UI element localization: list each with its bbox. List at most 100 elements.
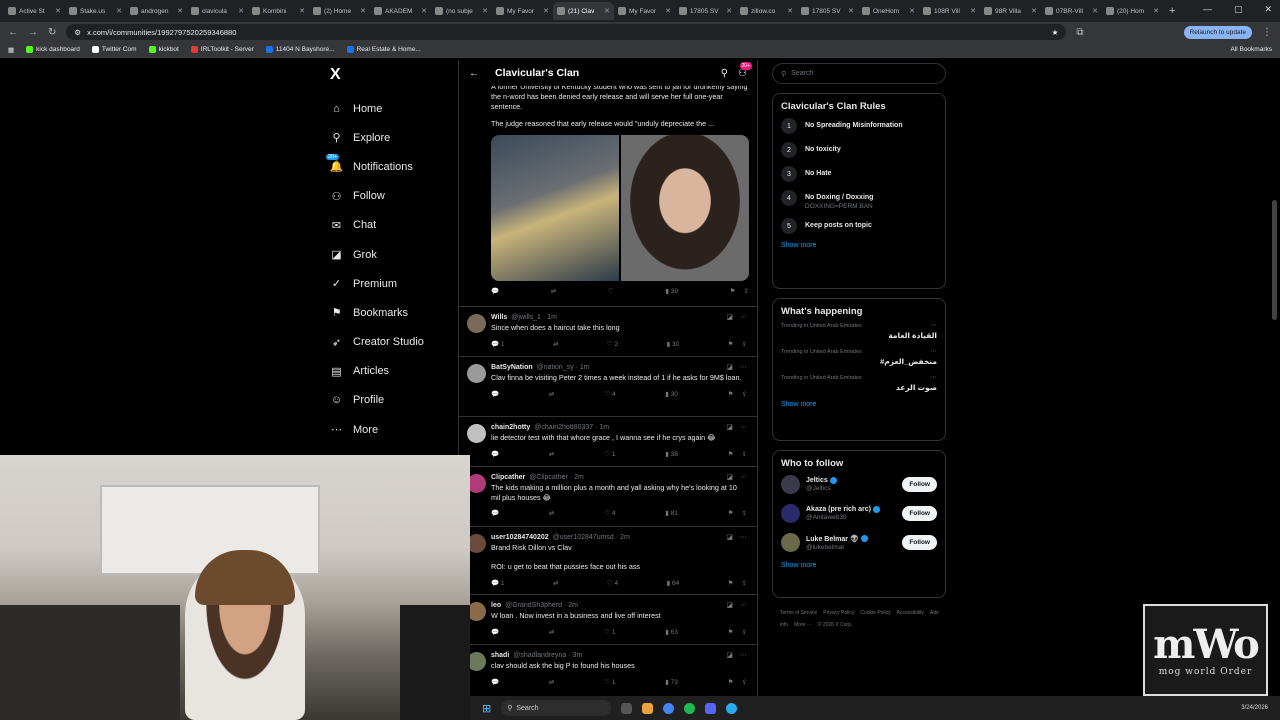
menu-icon[interactable]: ⋮	[1262, 27, 1272, 38]
repost-icon[interactable]: ⇄	[549, 390, 554, 398]
browser-tab[interactable]: My Favor ✕	[492, 2, 553, 20]
maximize-icon[interactable]: ▢	[1234, 4, 1243, 15]
like-icon[interactable]: ♡ 1	[604, 450, 615, 458]
rules-show-more-link[interactable]: Show more	[781, 242, 937, 249]
suggested-account[interactable]: Jeltics @Jeltics Follow	[781, 475, 937, 494]
tab-close-icon[interactable]: ✕	[1031, 7, 1037, 15]
nav-item-more[interactable]: ⋯ More	[330, 415, 460, 444]
share-icon[interactable]: ⇪	[744, 287, 749, 295]
browser-tab[interactable]: (no subje ✕	[431, 2, 492, 20]
grok-icon[interactable]: ◪	[726, 313, 733, 321]
tab-close-icon[interactable]: ✕	[238, 7, 244, 15]
tab-close-icon[interactable]: ✕	[726, 7, 732, 15]
footer-link[interactable]: Accessibility	[897, 610, 924, 616]
reply-post[interactable]: chain2hotty @chain2hott80337 · 1m ◪ ⋯ lie de…	[459, 416, 757, 461]
tab-close-icon[interactable]: ✕	[1092, 7, 1098, 15]
browser-tab[interactable]: 98R Villa ✕	[980, 2, 1041, 20]
post-image-arrest[interactable]	[491, 135, 619, 281]
back-arrow-icon[interactable]: ←	[469, 68, 479, 79]
tab-close-icon[interactable]: ✕	[360, 7, 366, 15]
rule-item[interactable]: 3 No Hate	[781, 166, 937, 182]
browser-tab[interactable]: (20) Hom ✕	[1102, 2, 1163, 20]
share-icon[interactable]: ⇪	[742, 340, 747, 348]
share-icon[interactable]: ⇪	[742, 450, 747, 458]
like-icon[interactable]: ♡	[608, 287, 614, 295]
bookmark-item[interactable]: 11404 N Bayshore...	[265, 46, 335, 53]
footer-link[interactable]: Terms of Service	[780, 610, 817, 616]
account-name[interactable]: Jeltics	[806, 477, 837, 484]
footer-link[interactable]: Privacy Policy	[823, 610, 854, 616]
reply-post[interactable]: shadi @shadlandreyna · 3m ◪ ⋯ clav should as…	[459, 644, 757, 689]
repost-icon[interactable]: ⇄	[549, 509, 554, 517]
nav-item-home[interactable]: ⌂ Home	[330, 94, 460, 123]
reply-icon[interactable]: 💬	[491, 390, 499, 398]
share-icon[interactable]: ⇪	[742, 678, 747, 686]
like-icon[interactable]: ♡ 4	[607, 579, 618, 587]
minimize-icon[interactable]: —	[1203, 4, 1212, 15]
grok-icon[interactable]: ◪	[726, 601, 733, 609]
rule-item[interactable]: 4 No Doxing / Doxxing DOXXING=PERM BAN	[781, 190, 937, 210]
avatar[interactable]	[467, 314, 486, 333]
like-icon[interactable]: ♡ 4	[604, 390, 615, 398]
back-arrow-icon[interactable]: ←	[8, 27, 18, 38]
tab-close-icon[interactable]: ✕	[421, 7, 427, 15]
like-icon[interactable]: ♡ 4	[604, 509, 615, 517]
reply-post[interactable]: Clipcather @Clipcather · 2m ◪ ⋯ The kids mak…	[459, 466, 757, 520]
footer-link[interactable]: © 2026 X Corp.	[818, 622, 853, 628]
like-icon[interactable]: ♡ 2	[607, 340, 618, 348]
views-icon[interactable]: ▮ 63	[665, 628, 678, 636]
repost-icon[interactable]: ⇄	[549, 678, 554, 686]
account-name[interactable]: Luke Belmar 👽	[806, 535, 868, 543]
repost-icon[interactable]: ⇄	[553, 579, 558, 587]
more-icon[interactable]: ⋯	[740, 651, 747, 659]
nav-item-creator-studio[interactable]: ➶ Creator Studio	[330, 328, 460, 357]
suggested-account[interactable]: Luke Belmar 👽 @lukebelmar Follow	[781, 533, 937, 552]
author-name[interactable]: user10284740202	[491, 534, 549, 541]
tab-close-icon[interactable]: ✕	[299, 7, 305, 15]
browser-tab[interactable]: 17805 SV ✕	[675, 2, 736, 20]
bookmark-icon[interactable]: ⚑	[730, 287, 736, 295]
like-icon[interactable]: ♡ 1	[604, 678, 615, 686]
browser-tab[interactable]: (21) Clav ✕	[553, 2, 614, 20]
reply-icon[interactable]: 💬	[491, 509, 499, 517]
browser-tab[interactable]: (2) Home ✕	[309, 2, 370, 20]
trend-item[interactable]: Trending in United Arab Emirates ⋯ القيادة…	[781, 322, 937, 340]
reply-post[interactable]: user10284740202 @user102847umsd · 2m ◪ ⋯ Bra…	[459, 526, 757, 590]
author-name[interactable]: Wills	[491, 314, 507, 321]
views-count[interactable]: ▮ 39	[665, 287, 678, 295]
reply-icon[interactable]: 💬 1	[491, 579, 505, 587]
tab-close-icon[interactable]: ✕	[543, 7, 549, 15]
more-icon[interactable]: ⋯	[930, 347, 937, 355]
nav-item-follow[interactable]: ⚇ Follow	[330, 182, 460, 211]
pinned-post[interactable]: A former University of Kentucky student …	[491, 82, 749, 298]
tab-close-icon[interactable]: ✕	[604, 7, 610, 15]
bookmark-icon[interactable]: ⚑	[728, 390, 734, 398]
browser-tab[interactable]: My Favor ✕	[614, 2, 675, 20]
more-icon[interactable]: ⋯	[740, 473, 747, 481]
follow-button[interactable]: Follow	[902, 535, 937, 550]
nav-item-explore[interactable]: ⚲ Explore	[330, 123, 460, 152]
nav-item-chat[interactable]: ✉ Chat	[330, 211, 460, 240]
reply-icon[interactable]: 💬	[491, 450, 499, 458]
bookmark-icon[interactable]: ⚑	[728, 628, 734, 636]
search-input[interactable]: ⚲ Search	[772, 63, 946, 84]
bookmark-item[interactable]: kick dashboard	[26, 46, 80, 53]
more-icon[interactable]: ⋯	[930, 373, 937, 381]
author-name[interactable]: BatSyNation	[491, 364, 533, 371]
bookmark-icon[interactable]: ⚑	[728, 450, 734, 458]
avatar[interactable]	[781, 504, 800, 523]
grok-icon[interactable]: ◪	[726, 651, 733, 659]
bookmark-icon[interactable]: ⚑	[728, 579, 734, 587]
tab-close-icon[interactable]: ✕	[177, 7, 183, 15]
views-icon[interactable]: ▮ 64	[667, 579, 680, 587]
tab-close-icon[interactable]: ✕	[55, 7, 61, 15]
star-icon[interactable]: ★	[1052, 28, 1059, 37]
suggested-account[interactable]: Akaza (pre rich arc) @Anitaweb30 Follow	[781, 504, 937, 523]
bookmark-item[interactable]: IRLToolkit - Server	[190, 46, 254, 53]
footer-link[interactable]: Cookie Policy	[860, 610, 890, 616]
repost-icon[interactable]: ⇄	[549, 450, 554, 458]
reply-post[interactable]: BatSyNation @nation_sy · 1m ◪ ⋯ Clav finna b…	[459, 356, 757, 401]
avatar[interactable]	[467, 364, 486, 383]
tab-close-icon[interactable]: ✕	[665, 7, 671, 15]
rule-item[interactable]: 1 No Spreading Misinformation	[781, 118, 937, 134]
